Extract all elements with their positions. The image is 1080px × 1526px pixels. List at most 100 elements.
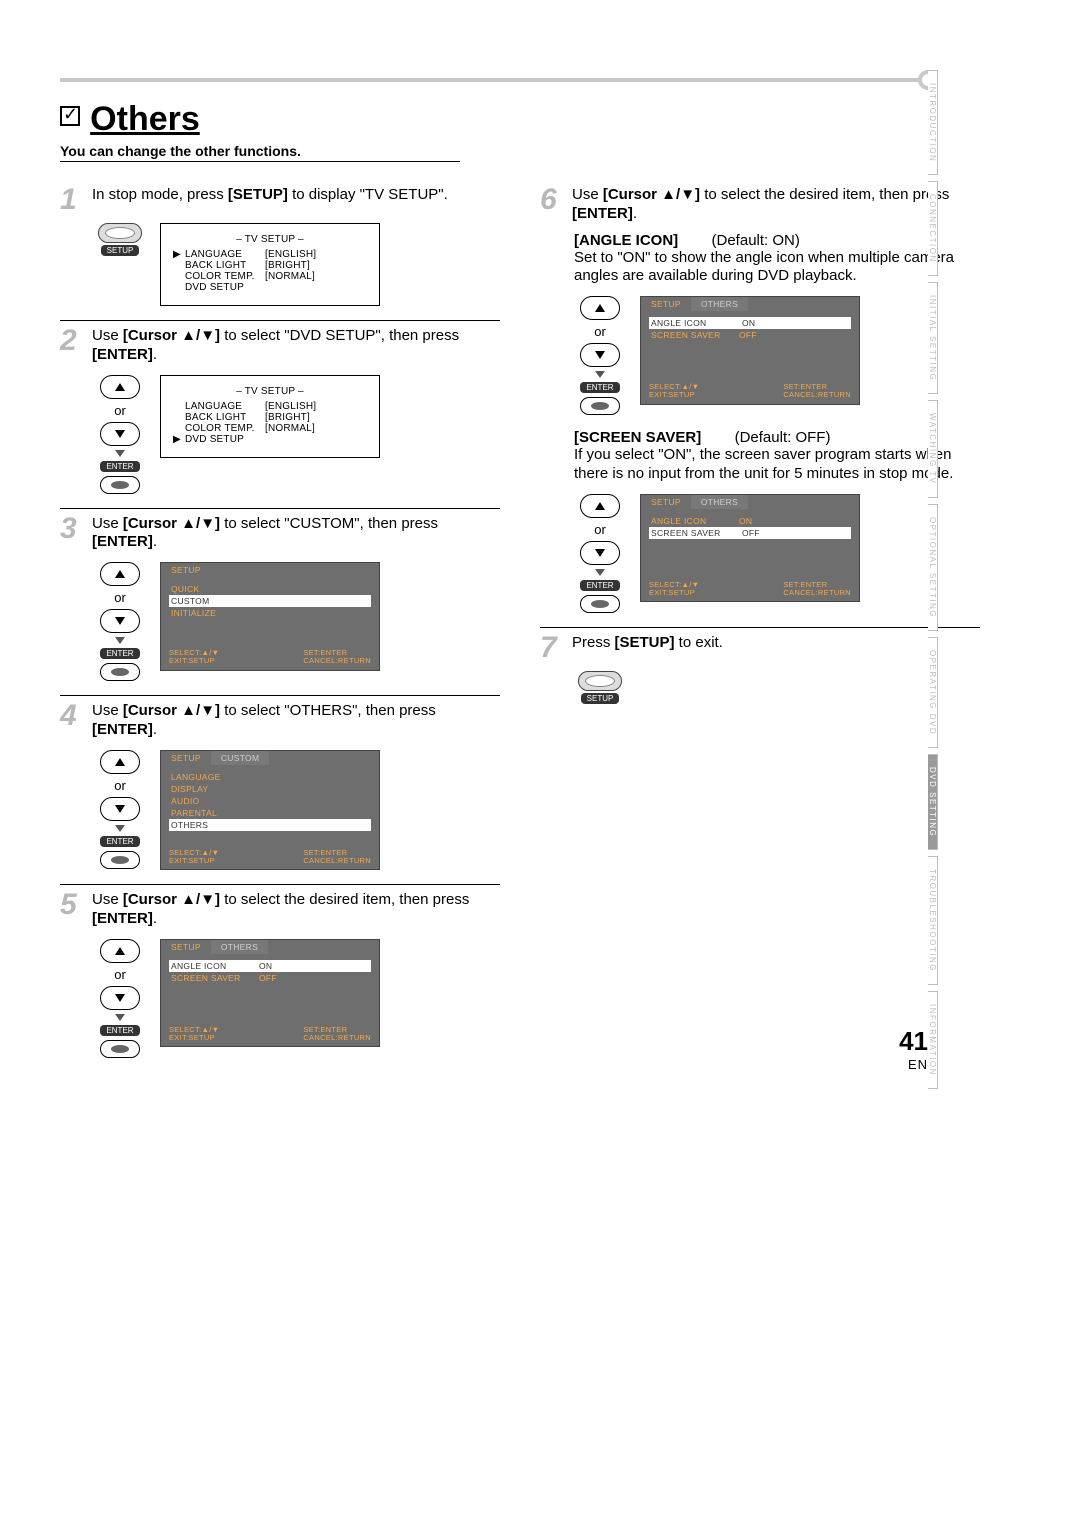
step-number: 5	[60, 891, 84, 918]
menu-row: PARENTAL	[169, 807, 371, 819]
manual-page: INTRODUCTION CONNECTION INITIAL SETTING …	[0, 0, 1080, 1112]
side-tab: CONNECTION	[928, 181, 938, 276]
enter-button-label: ENTER	[580, 580, 619, 591]
menu-row: QUICK	[169, 583, 371, 595]
enter-button-icon	[580, 595, 620, 613]
step-text: Use [Cursor ▲/▼] to select "CUSTOM", the…	[92, 515, 500, 553]
menu-row: INITIALIZE	[169, 607, 371, 619]
others-menu-panel: SETUP OTHERS ANGLE ICONON SCREEN SAVEROF…	[640, 296, 860, 405]
enter-button-icon	[580, 397, 620, 415]
enter-button-label: ENTER	[100, 461, 139, 472]
menu-row-selected: CUSTOM	[169, 595, 371, 607]
remote-setup-button: SETUP	[94, 223, 146, 256]
panel-title: – TV SETUP –	[173, 386, 367, 397]
panel-tab: SETUP	[641, 297, 691, 311]
cursor-down-icon	[580, 343, 620, 367]
enter-button-icon	[100, 476, 140, 494]
cursor-up-icon	[100, 750, 140, 774]
remote-cursor-enter: or ENTER	[94, 939, 146, 1058]
left-column: 1 In stop mode, press [SETUP] to display…	[60, 176, 500, 1072]
panel-tab: CUSTOM	[211, 751, 269, 765]
arrow-down-icon	[595, 569, 605, 576]
panel-tab: OTHERS	[691, 297, 748, 311]
enter-button-icon	[100, 663, 140, 681]
page-subtitle: You can change the other functions.	[60, 143, 460, 162]
side-tab: INTRODUCTION	[928, 70, 938, 175]
or-label: or	[114, 403, 126, 418]
tv-setup-panel: – TV SETUP – LANGUAGE[ENGLISH] BACK LIGH…	[160, 375, 380, 458]
step-text: Use [Cursor ▲/▼] to select the desired i…	[92, 891, 500, 929]
enter-button-label: ENTER	[100, 648, 139, 659]
panel-footer: SELECT:▲/▼EXIT:SETUP SET:ENTERCANCEL:RET…	[161, 1024, 379, 1047]
step-number: 1	[60, 186, 84, 213]
option-heading: [ANGLE ICON] (Default: ON)	[574, 232, 980, 249]
remote-setup-button: SETUP	[574, 671, 626, 704]
cursor-down-icon	[100, 609, 140, 633]
checkbox-icon	[60, 106, 80, 126]
cursor-down-icon	[580, 541, 620, 565]
enter-button-label: ENTER	[580, 382, 619, 393]
side-tab-active: DVD SETTING	[928, 754, 938, 850]
step-number: 4	[60, 702, 84, 729]
cursor-down-icon	[100, 422, 140, 446]
others-menu-panel: SETUP OTHERS ANGLE ICONON SCREEN SAVEROF…	[160, 939, 380, 1048]
side-tabs: INTRODUCTION CONNECTION INITIAL SETTING …	[928, 70, 942, 1095]
panel-tab: SETUP	[161, 751, 211, 765]
enter-button-icon	[100, 851, 140, 869]
step-number: 3	[60, 515, 84, 542]
cursor-up-icon	[580, 494, 620, 518]
others-menu-panel: SETUP OTHERS ANGLE ICONON SCREEN SAVEROF…	[640, 494, 860, 603]
panel-footer: SELECT:▲/▼EXIT:SETUP SET:ENTERCANCEL:RET…	[161, 647, 379, 670]
enter-button-label: ENTER	[100, 1025, 139, 1036]
side-tab: INITIAL SETTING	[928, 282, 938, 394]
panel-footer: SELECT:▲/▼EXIT:SETUP SET:ENTERCANCEL:RET…	[641, 579, 859, 602]
or-label: or	[594, 324, 606, 339]
step-7: 7 Press [SETUP] to exit. SETUP	[540, 627, 980, 704]
menu-row: LANGUAGE	[169, 771, 371, 783]
arrow-down-icon	[115, 1014, 125, 1021]
page-lang: EN	[899, 1057, 928, 1072]
setup-button-label: SETUP	[101, 245, 140, 256]
right-column: 6 Use [Cursor ▲/▼] to select the desired…	[540, 176, 980, 1072]
or-label: or	[594, 522, 606, 537]
step-text: Use [Cursor ▲/▼] to select "OTHERS", the…	[92, 702, 500, 740]
arrow-down-icon	[595, 371, 605, 378]
top-rule	[60, 78, 932, 82]
setup-button-icon	[578, 671, 622, 691]
cursor-up-icon	[100, 939, 140, 963]
setup-button-icon	[98, 223, 142, 243]
panel-tab: SETUP	[641, 495, 691, 509]
setup-menu-panel: SETUP QUICK CUSTOM INITIALIZE SELECT:▲/▼…	[160, 562, 380, 671]
page-heading: Others You can change the other function…	[60, 100, 1020, 162]
menu-row: SCREEN SAVEROFF	[649, 329, 851, 341]
cursor-up-icon	[100, 375, 140, 399]
option-description: Set to "ON" to show the angle icon when …	[574, 249, 980, 287]
remote-cursor-enter: or ENTER	[94, 750, 146, 869]
step-1: 1 In stop mode, press [SETUP] to display…	[60, 186, 500, 306]
cursor-down-icon	[100, 986, 140, 1010]
cursor-down-icon	[100, 797, 140, 821]
panel-title: – TV SETUP –	[173, 234, 367, 245]
or-label: or	[114, 967, 126, 982]
menu-row-selected: OTHERS	[169, 819, 371, 831]
arrow-down-icon	[115, 825, 125, 832]
step-4: 4 Use [Cursor ▲/▼] to select "OTHERS", t…	[60, 695, 500, 870]
panel-tab: OTHERS	[211, 940, 268, 954]
or-label: or	[114, 778, 126, 793]
enter-button-icon	[100, 1040, 140, 1058]
step-text: Press [SETUP] to exit.	[572, 634, 980, 653]
setup-button-label: SETUP	[581, 693, 620, 704]
menu-row: SCREEN SAVEROFF	[649, 527, 851, 539]
step-5: 5 Use [Cursor ▲/▼] to select the desired…	[60, 884, 500, 1058]
enter-button-label: ENTER	[100, 836, 139, 847]
side-tab: TROUBLESHOOTING	[928, 856, 938, 985]
side-tab: WATCHING TV	[928, 400, 938, 497]
step-number: 7	[540, 634, 564, 661]
step-text: Use [Cursor ▲/▼] to select the desired i…	[572, 186, 980, 224]
arrow-down-icon	[115, 450, 125, 457]
menu-row: DISPLAY	[169, 783, 371, 795]
custom-menu-panel: SETUP CUSTOM LANGUAGE DISPLAY AUDIO PARE…	[160, 750, 380, 871]
cursor-up-icon	[580, 296, 620, 320]
side-tab: OPERATING DVD	[928, 637, 938, 748]
menu-row-selected: ANGLE ICONON	[169, 960, 371, 972]
